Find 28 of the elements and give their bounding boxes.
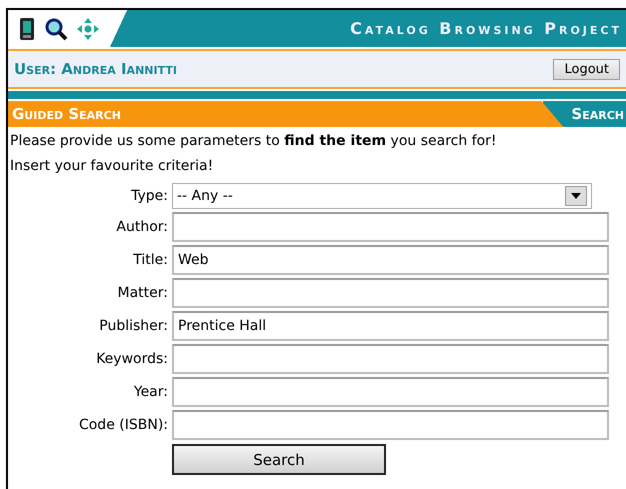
field-label: Keywords: — [95, 351, 168, 367]
input-field[interactable] — [172, 344, 609, 374]
input-field[interactable] — [172, 212, 609, 242]
search-icon[interactable] — [44, 16, 68, 40]
field-label: Publisher: — [98, 318, 168, 334]
input-field[interactable] — [172, 278, 609, 308]
field-label: Code (ISBN): — [78, 417, 168, 433]
field-label: Title: — [132, 252, 168, 268]
search-tab[interactable]: Search — [541, 101, 626, 127]
navigation-icon[interactable] — [76, 16, 100, 40]
field-label: Matter: — [116, 285, 168, 301]
logout-button[interactable]: Logout — [553, 58, 620, 80]
user-name: User: Andrea Iannitti — [14, 60, 177, 78]
section-title: Guided Search — [11, 104, 121, 125]
input-field[interactable]: Web — [172, 245, 609, 275]
input-field[interactable] — [172, 377, 609, 407]
type-dropdown[interactable]: -- Any -- — [172, 183, 592, 209]
intro-text: Please provide us some parameters to find the item you search for! — [9, 132, 498, 151]
field-label: Type: — [130, 188, 168, 204]
dropdown-arrow-icon — [571, 193, 581, 199]
input-field[interactable] — [172, 410, 609, 440]
app-title: Catalog Browsing Project — [350, 19, 623, 38]
field-label: Author: — [115, 219, 168, 235]
search-button[interactable]: Search — [172, 444, 386, 475]
intro-text: Insert your favourite criteria! — [9, 157, 214, 176]
field-label: Year: — [132, 384, 168, 400]
input-field[interactable]: Prentice Hall — [172, 311, 609, 341]
handheld-icon[interactable] — [18, 16, 36, 40]
